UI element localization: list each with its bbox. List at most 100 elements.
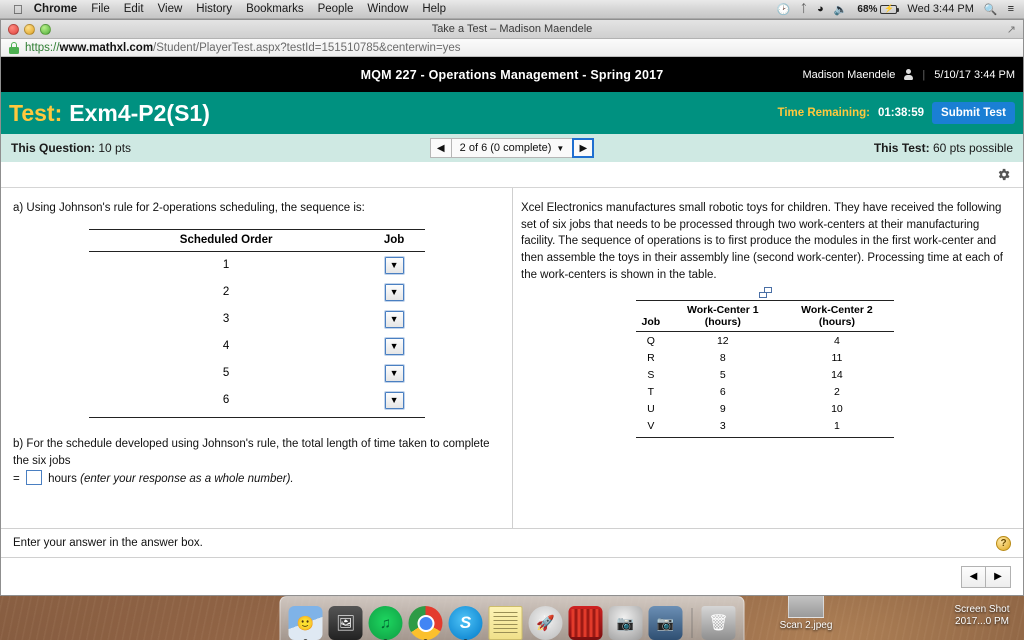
order-cell: 1: [222, 259, 230, 272]
dock-item-image-capture[interactable]: [648, 606, 683, 640]
user-avatar-icon[interactable]: [904, 69, 914, 80]
user-name[interactable]: Madison Maendele: [802, 69, 895, 81]
question-navigator-group: ◀ 2 of 6 (0 complete) ▼ ▶: [429, 138, 595, 158]
cell-wc2: 2: [834, 385, 840, 398]
duplicate-icon[interactable]: [758, 287, 772, 299]
help-icon[interactable]: ?: [996, 535, 1011, 551]
table-row: 4 ▼: [89, 333, 425, 360]
part-b-prompt: b) For the schedule developed using John…: [13, 437, 490, 467]
processing-table-body: Q 12 4 R 8 11 S 5 14 T 6 2 U 9 10 V 3 1: [636, 332, 894, 438]
menu-item-edit[interactable]: Edit: [124, 3, 144, 15]
part-b-answer-input[interactable]: [25, 470, 42, 486]
next-question-button[interactable]: ▶: [572, 138, 595, 158]
prev-question-button[interactable]: ◀: [429, 138, 452, 158]
menu-item-bookmarks[interactable]: Bookmarks: [246, 3, 304, 15]
footer-next-button[interactable]: ▶: [986, 565, 1011, 588]
dock-item-photos[interactable]: [328, 606, 363, 640]
close-window-button[interactable]: [8, 23, 19, 35]
submit-test-button[interactable]: Submit Test: [932, 102, 1015, 124]
menu-item-help[interactable]: Help: [422, 3, 446, 15]
bluetooth-icon[interactable]: ᛏ: [800, 3, 807, 15]
dock-item-trash[interactable]: [701, 606, 736, 640]
dock-item-skype[interactable]: [448, 606, 483, 640]
dock-item-stickies[interactable]: [488, 606, 523, 640]
test-header-bar: Test: Exm4-P2(S1) Time Remaining: 01:38:…: [1, 92, 1023, 134]
cell-wc1: 3: [665, 417, 780, 438]
part-a-prompt: a) Using Johnson's rule for 2-operations…: [13, 202, 365, 214]
desktop-icon-scan2[interactable]: Scan 2.jpeg: [766, 592, 846, 632]
menu-item-view[interactable]: View: [158, 3, 183, 15]
table-row: S 5 14: [636, 366, 894, 383]
dock-item-finder[interactable]: [288, 606, 323, 640]
toolbar-settings-row: [1, 162, 1023, 188]
part-b-answer-line: = hours (enter your response as a whole …: [13, 470, 500, 488]
cell-wc1: 8: [719, 351, 726, 364]
problem-pane: Xcel Electronics manufactures small robo…: [513, 188, 1023, 528]
fullscreen-expand-icon[interactable]: ↗: [1007, 23, 1016, 36]
job-cell: ▼: [363, 386, 425, 418]
menu-item-chrome[interactable]: Chrome: [34, 3, 77, 15]
notification-center-icon[interactable]: ≡: [1008, 3, 1014, 15]
question-select-dropdown[interactable]: 2 of 6 (0 complete) ▼: [451, 138, 573, 158]
volume-icon[interactable]: 🔈: [834, 3, 848, 16]
dock-item-photobooth[interactable]: [568, 606, 603, 640]
zoom-window-button[interactable]: [40, 23, 51, 35]
cell-wc2: 11: [831, 351, 843, 364]
order-cell: 6: [88, 386, 364, 418]
table-row: T 6 2: [636, 383, 894, 400]
wifi-icon[interactable]: ◕: [817, 3, 824, 15]
screen-root: Scan 2.jpeg Screen Shot 2017...0 PM  Ch…: [0, 0, 1024, 640]
equals-sign: =: [13, 473, 20, 486]
menu-item-history[interactable]: History: [196, 3, 232, 15]
browser-titlebar: Take a Test – Madison Maendele ↗: [1, 20, 1023, 39]
spotlight-search-icon[interactable]: 🔍: [984, 3, 998, 16]
job-dropdown-3[interactable]: ▼: [384, 310, 404, 328]
desktop-icon-label: Scan 2.jpeg: [779, 620, 833, 631]
dock-item-spotify[interactable]: [368, 606, 403, 640]
minimize-window-button[interactable]: [24, 23, 35, 35]
col-work-center-2: Work-Center 2 (hours): [779, 300, 894, 333]
table-header-row: Scheduled Order Job: [88, 228, 425, 252]
job-cell: ▼: [364, 333, 425, 360]
menu-item-people[interactable]: People: [318, 3, 354, 15]
col-wc1-main: Work-Center 1: [687, 304, 759, 317]
dock-item-launchpad[interactable]: [528, 606, 563, 640]
job-dropdown-2[interactable]: ▼: [384, 283, 404, 301]
table-row: V 3 1: [636, 417, 894, 438]
browser-address-bar[interactable]: https:// www.mathxl.com /Student/PlayerT…: [1, 39, 1023, 57]
menu-item-file[interactable]: File: [91, 3, 110, 15]
table-row: R 8 11: [636, 349, 894, 366]
url-scheme: https://: [25, 41, 60, 54]
dock-item-facetime[interactable]: [608, 606, 643, 640]
apple-logo-icon[interactable]: : [13, 3, 23, 16]
job-cell: ▼: [364, 251, 425, 279]
menubar-clock[interactable]: Wed 3:44 PM: [907, 3, 973, 15]
cell-job: R: [647, 351, 655, 364]
table-row: 3 ▼: [89, 306, 425, 333]
desktop-icon-screenshot[interactable]: Screen Shot 2017...0 PM: [940, 604, 1024, 627]
col-wc1-sub: (hours): [704, 316, 741, 329]
job-dropdown-5[interactable]: ▼: [384, 364, 404, 382]
test-label: Test:: [9, 99, 63, 126]
col-work-center-1: Work-Center 1 (hours): [665, 300, 780, 333]
url-path: /Student/PlayerTest.aspx?testId=15151078…: [153, 41, 461, 54]
battery-status[interactable]: 68%: [857, 3, 900, 15]
cell-wc2: 10: [831, 402, 843, 415]
answer-hint-text: Enter your answer in the answer box.: [13, 537, 203, 549]
job-dropdown-6[interactable]: ▼: [384, 391, 404, 409]
cell-job: S: [647, 368, 655, 381]
window-traffic-lights: [1, 23, 51, 35]
test-name: Exm4-P2(S1): [69, 99, 210, 126]
user-info-area: Madison Maendele | 5/10/17 3:44 PM: [802, 69, 1023, 81]
test-header-right: Time Remaining: 01:38:59 Submit Test: [778, 102, 1015, 124]
gear-icon[interactable]: [996, 167, 1011, 182]
dock-item-chrome[interactable]: [408, 606, 443, 640]
table-row: 2 ▼: [89, 279, 425, 306]
job-dropdown-4[interactable]: ▼: [384, 337, 404, 355]
battery-percent-label: 68%: [857, 3, 878, 15]
menu-item-window[interactable]: Window: [367, 3, 408, 15]
time-machine-icon[interactable]: 🕑: [777, 3, 791, 16]
job-cell: ▼: [364, 279, 425, 306]
footer-prev-button[interactable]: ◀: [961, 565, 986, 588]
job-dropdown-1[interactable]: ▼: [384, 256, 404, 274]
